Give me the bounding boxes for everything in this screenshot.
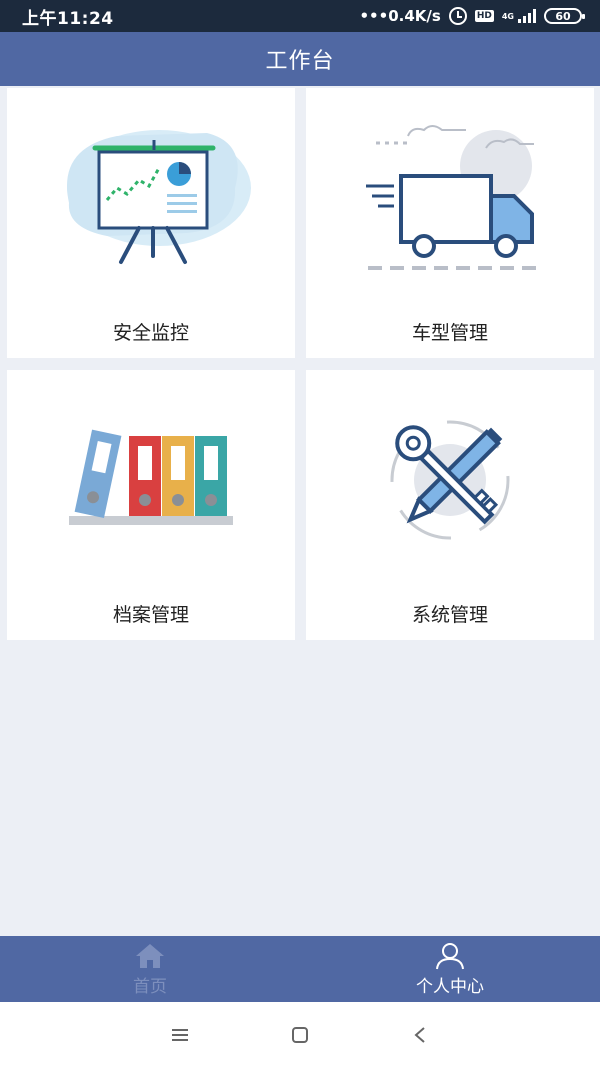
network-type: 4G	[501, 12, 514, 21]
square-icon	[292, 1026, 308, 1043]
user-icon	[436, 942, 464, 969]
binders-icon	[69, 429, 233, 525]
menu-button[interactable]	[150, 1015, 210, 1055]
tile-label: 系统管理	[411, 604, 488, 626]
app-header: 工作台	[0, 32, 600, 86]
tile-system-management[interactable]: 系统管理	[306, 370, 594, 640]
tile-label: 安全监控	[112, 322, 189, 344]
network-speed: •••0.4K/s	[359, 7, 441, 25]
battery-icon: 60	[544, 8, 585, 24]
status-indicators: •••0.4K/s HD 4G 60	[359, 7, 585, 25]
page-title: 工作台	[265, 49, 335, 74]
status-bar: 上午11:24 •••0.4K/s HD 4G 60	[0, 0, 600, 32]
tile-label: 车型管理	[411, 322, 488, 344]
back-button[interactable]	[390, 1015, 450, 1055]
status-time: 上午11:24	[22, 8, 114, 29]
tools-icon	[390, 420, 510, 540]
nav-label: 个人中心	[416, 976, 484, 997]
tile-safety-monitoring[interactable]: 安全监控	[7, 88, 295, 358]
nav-item-profile[interactable]: 个人中心	[300, 936, 600, 1002]
tile-archive-management[interactable]: 档案管理	[7, 370, 295, 640]
nav-item-home[interactable]: 首页	[0, 936, 300, 1002]
presentation-board-icon	[67, 130, 251, 264]
tile-vehicle-type-management[interactable]: 车型管理	[306, 88, 594, 358]
bottom-nav: 首页 个人中心	[0, 936, 600, 1002]
home-icon	[136, 943, 164, 968]
nav-label: 首页	[133, 976, 167, 997]
menu-icon	[172, 1028, 188, 1041]
alarm-clock-icon	[448, 7, 467, 25]
truck-icon	[366, 125, 538, 270]
tile-label: 档案管理	[112, 604, 189, 626]
signal-strength-icon	[518, 9, 536, 23]
home-system-button[interactable]	[270, 1015, 330, 1055]
battery-level: 60	[555, 9, 571, 23]
system-nav	[0, 1002, 600, 1067]
back-chevron-icon	[414, 1026, 425, 1043]
hd-badge: HD	[474, 10, 494, 22]
